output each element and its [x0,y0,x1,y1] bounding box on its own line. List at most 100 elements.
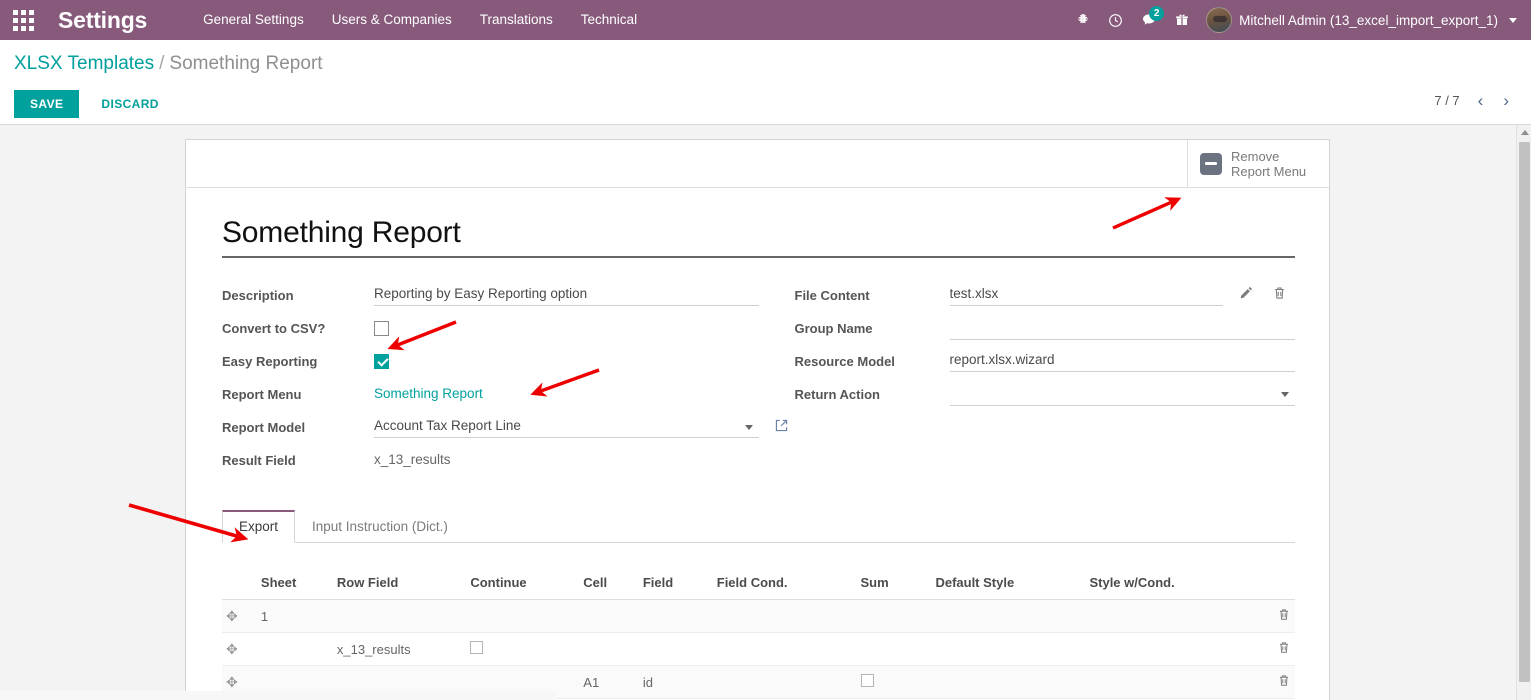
table-header-row: Sheet Row Field Continue Cell Field Fiel… [222,569,1295,600]
horizontal-scrollbar-thumb[interactable] [0,691,555,700]
cell-cell[interactable] [579,633,639,666]
column-header-row-field[interactable]: Row Field [333,569,466,600]
record-pager: 7 / 7 ‹ › [1434,92,1511,109]
column-header-field-cond[interactable]: Field Cond. [713,569,857,600]
label-result-field: Result Field [222,449,374,468]
continue-checkbox[interactable] [470,641,483,654]
gift-icon[interactable] [1165,0,1198,40]
chevron-down-icon[interactable] [745,425,753,430]
table-row[interactable]: ✥ x_13_results [222,633,1295,666]
delete-row-icon[interactable] [1277,673,1291,691]
main-menu: General Settings Users & Companies Trans… [189,0,651,40]
vertical-scrollbar-thumb[interactable] [1519,142,1530,682]
label-description: Description [222,284,374,303]
column-header-default-style[interactable]: Default Style [931,569,1085,600]
group-name-input[interactable] [950,317,1296,340]
report-menu-link[interactable]: Something Report [374,383,759,405]
label-easy-reporting: Easy Reporting [222,350,374,369]
cell-continue[interactable] [466,633,579,666]
column-header-field[interactable]: Field [639,569,713,600]
external-link-icon[interactable] [774,418,789,433]
cell-style-wcond[interactable] [1085,600,1260,633]
page-title[interactable]: Something Report [222,216,1295,258]
horizontal-scrollbar[interactable] [0,691,1516,700]
cell-field-cond[interactable] [713,633,857,666]
drag-handle-icon[interactable]: ✥ [226,642,238,656]
menu-item-general-settings[interactable]: General Settings [189,0,318,40]
chat-icon[interactable]: 2 [1132,0,1165,40]
vertical-scrollbar[interactable] [1516,125,1531,700]
field-row-file-content: File Content [795,284,1296,309]
column-header-sheet[interactable]: Sheet [257,569,333,600]
cell-field[interactable] [639,600,713,633]
user-menu-button[interactable]: Mitchell Admin (13_excel_import_export_1… [1206,7,1519,33]
cell-default-style[interactable] [931,633,1085,666]
remove-report-menu-button[interactable]: Remove Report Menu [1187,140,1329,187]
cell-default-style[interactable] [931,600,1085,633]
cell-field[interactable] [639,633,713,666]
top-navbar: Settings General Settings Users & Compan… [0,0,1531,40]
chevron-down-icon[interactable] [1281,392,1289,397]
table-row[interactable]: ✥ 1 [222,600,1295,633]
resource-model-input[interactable] [950,350,1296,372]
label-group-name: Group Name [795,317,950,336]
stat-line-2: Report Menu [1231,164,1306,179]
sum-checkbox[interactable] [861,674,874,687]
breadcrumb: XLSX Templates/Something Report [14,53,323,75]
delete-row-icon[interactable] [1277,640,1291,658]
column-header-continue[interactable]: Continue [466,569,579,600]
column-header-cell[interactable]: Cell [579,569,639,600]
breadcrumb-root-link[interactable]: XLSX Templates [14,53,154,74]
description-input[interactable] [374,284,759,306]
field-row-report-menu: Report Menu Something Report [222,383,759,408]
control-panel: XLSX Templates/Something Report SAVE DIS… [0,40,1531,125]
pager-previous-button[interactable]: ‹ [1476,92,1486,109]
cell-row-field[interactable]: x_13_results [333,633,466,666]
column-header-style-wcond[interactable]: Style w/Cond. [1085,569,1260,600]
column-header-delete [1260,569,1295,600]
cell-continue[interactable] [466,600,579,633]
pager-next-button[interactable]: › [1501,92,1511,109]
label-report-menu: Report Menu [222,383,374,402]
convert-to-csv-checkbox[interactable] [374,321,389,336]
report-model-input[interactable] [374,416,759,438]
drag-handle-icon[interactable]: ✥ [226,675,238,689]
delete-trash-icon[interactable] [1272,285,1289,302]
save-button[interactable]: SAVE [14,90,79,118]
column-header-sum[interactable]: Sum [857,569,932,600]
field-row-return-action: Return Action [795,383,1296,408]
export-lines-body: ✥ 1 [222,600,1295,700]
apps-menu-button[interactable] [0,0,46,40]
cell-field-cond[interactable] [713,600,857,633]
cell-sheet[interactable] [257,633,333,666]
cell-row-field[interactable] [333,600,466,633]
cell-sheet[interactable]: 1 [257,600,333,633]
scroll-up-button[interactable] [1517,125,1531,140]
cell-cell[interactable] [579,600,639,633]
cell-sum[interactable] [857,600,932,633]
drag-handle-icon[interactable]: ✥ [226,609,238,623]
delete-row-icon[interactable] [1277,607,1291,625]
export-lines-table: Sheet Row Field Continue Cell Field Fiel… [222,569,1295,700]
easy-reporting-checkbox[interactable] [374,354,389,369]
file-content-input[interactable] [950,284,1224,306]
menu-item-translations[interactable]: Translations [466,0,567,40]
edit-pencil-icon[interactable] [1238,285,1255,302]
tab-input-instruction[interactable]: Input Instruction (Dict.) [295,510,465,543]
cell-sum[interactable] [857,633,932,666]
tab-export[interactable]: Export [222,510,295,543]
form-body: Something Report Description Convert to … [186,188,1329,700]
app-brand-settings[interactable]: Settings [58,7,147,34]
stat-line-1: Remove [1231,149,1279,164]
menu-item-technical[interactable]: Technical [567,0,651,40]
discard-button[interactable]: DISCARD [87,90,172,118]
bug-icon[interactable] [1066,0,1099,40]
label-file-content: File Content [795,284,950,303]
cell-style-wcond[interactable] [1085,633,1260,666]
return-action-input[interactable] [950,383,1296,406]
minus-square-icon [1200,153,1222,175]
form-group-left: Description Convert to CSV? [222,284,759,482]
clock-icon[interactable] [1099,0,1132,40]
field-row-resource-model: Resource Model [795,350,1296,375]
menu-item-users-companies[interactable]: Users & Companies [318,0,466,40]
